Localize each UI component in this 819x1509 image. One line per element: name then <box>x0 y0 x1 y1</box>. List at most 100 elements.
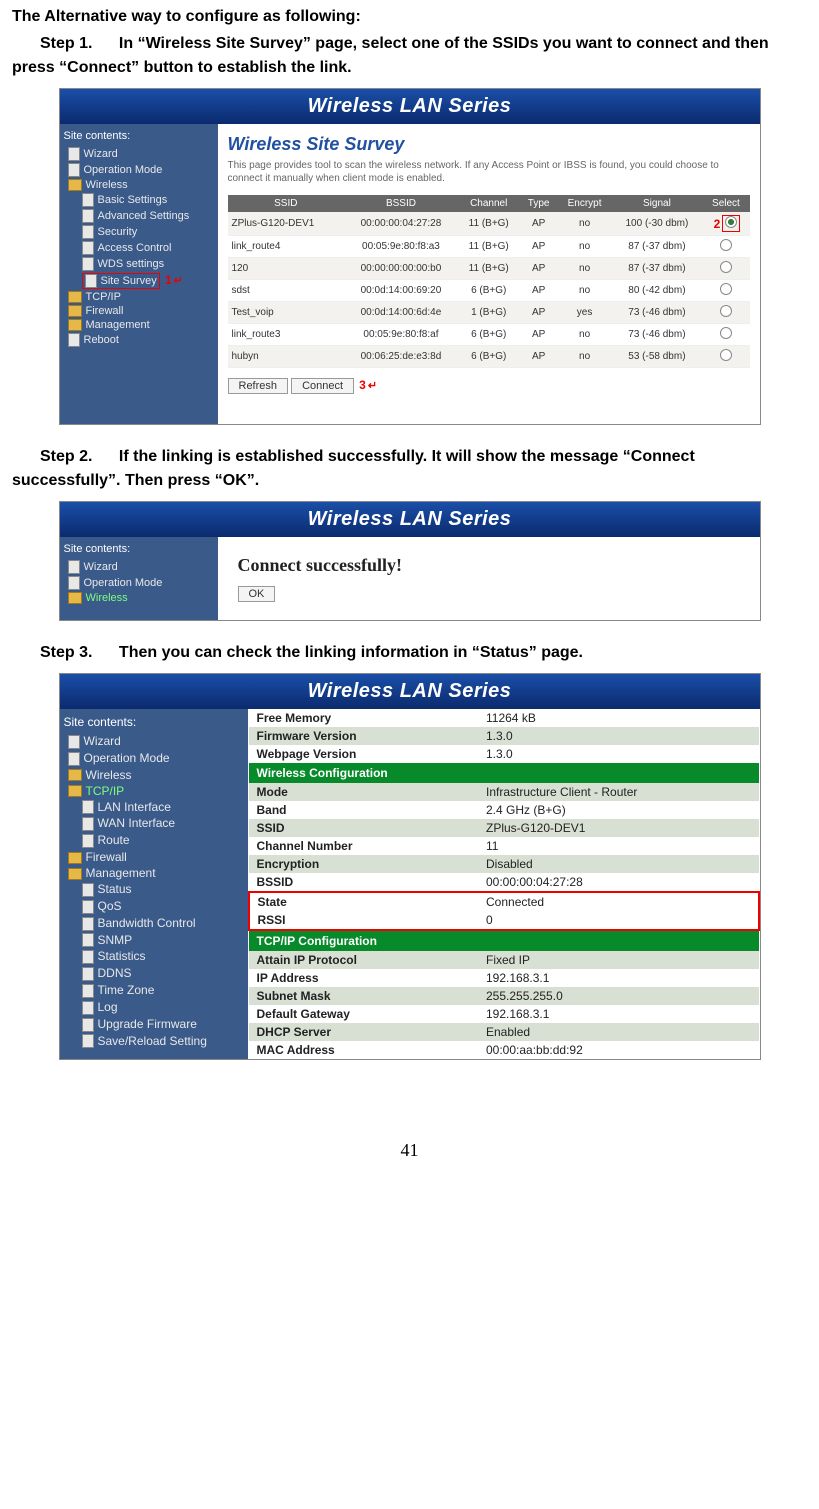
nav-lan[interactable]: LAN Interface <box>64 799 244 816</box>
step-3-label: Step 3. <box>40 641 92 665</box>
nav-snmp[interactable]: SNMP <box>64 932 244 949</box>
cell-ssid: Test_voip <box>228 302 345 324</box>
step-2-text: If the linking is established successful… <box>12 448 695 489</box>
nav-firewall[interactable]: Firewall <box>64 304 214 318</box>
refresh-button[interactable]: Refresh <box>228 378 289 394</box>
nav-bw[interactable]: Bandwidth Control <box>64 915 244 932</box>
cell-channel: 6 (B+G) <box>458 346 520 368</box>
k-mode: Mode <box>249 783 479 801</box>
step-1-label: Step 1. <box>40 32 92 56</box>
table-row: ZPlus-G120-DEV100:00:00:04:27:2811 (B+G)… <box>228 212 750 236</box>
nav-wireless-3[interactable]: Wireless <box>64 767 244 783</box>
nav-access[interactable]: Access Control <box>64 240 214 256</box>
marker-2: 2 <box>712 217 723 231</box>
app-title-3: Wireless LAN Series <box>60 674 760 709</box>
nav-advanced[interactable]: Advanced Settings <box>64 208 214 224</box>
nav-firewall-3[interactable]: Firewall <box>64 849 244 865</box>
section-wireless: Wireless Configuration <box>249 763 759 783</box>
k-wp: Webpage Version <box>249 745 479 763</box>
table-row: 12000:00:00:00:00:b011 (B+G)APno87 (-37 … <box>228 258 750 280</box>
k-freemem: Free Memory <box>249 709 479 727</box>
nav-stats[interactable]: Statistics <box>64 948 244 965</box>
nav-opmode[interactable]: Operation Mode <box>64 162 214 178</box>
connect-button[interactable]: Connect <box>291 378 354 394</box>
ok-button[interactable]: OK <box>238 586 276 602</box>
survey-title: Wireless Site Survey <box>228 134 750 155</box>
step-3-text: Then you can check the linking informati… <box>119 644 583 661</box>
v-wp: 1.3.0 <box>478 745 759 763</box>
nav-opmode-2[interactable]: Operation Mode <box>64 575 214 591</box>
nav-wds[interactable]: WDS settings <box>64 256 214 272</box>
nav-opmode-3[interactable]: Operation Mode <box>64 750 244 767</box>
nav-wireless-2[interactable]: Wireless <box>64 591 214 605</box>
nav-reboot[interactable]: Reboot <box>64 332 214 348</box>
k-attain: Attain IP Protocol <box>249 951 479 969</box>
cell-select <box>702 346 749 368</box>
nav-wizard-3[interactable]: Wizard <box>64 733 244 750</box>
table-row: Test_voip00:0d:14:00:6d:4e1 (B+G)APyes73… <box>228 302 750 324</box>
nav-basic[interactable]: Basic Settings <box>64 192 214 208</box>
arrow-icon <box>174 275 183 287</box>
status-table: Free Memory11264 kB Firmware Version1.3.… <box>248 709 760 1059</box>
button-row: Refresh Connect 3 <box>228 378 750 394</box>
cell-select <box>702 324 749 346</box>
cell-select <box>702 258 749 280</box>
cell-ssid: 120 <box>228 258 345 280</box>
cell-ssid: hubyn <box>228 346 345 368</box>
nav-save[interactable]: Save/Reload Setting <box>64 1033 244 1050</box>
select-radio[interactable] <box>720 305 732 317</box>
select-radio[interactable] <box>720 261 732 273</box>
nav-mgmt-3[interactable]: Management <box>64 865 244 881</box>
cell-channel: 1 (B+G) <box>458 302 520 324</box>
v-enc: Disabled <box>478 855 759 873</box>
nav-status[interactable]: Status <box>64 881 244 898</box>
cell-encrypt: no <box>558 324 612 346</box>
nav-survey-row[interactable]: Site Survey 1 <box>64 272 214 290</box>
cell-type: AP <box>520 236 558 258</box>
nav-mgmt[interactable]: Management <box>64 318 214 332</box>
v-attain: Fixed IP <box>478 951 759 969</box>
nav-survey[interactable]: Site Survey <box>82 273 160 289</box>
nav-route[interactable]: Route <box>64 832 244 849</box>
nav-qos[interactable]: QoS <box>64 898 244 915</box>
app-title-2: Wireless LAN Series <box>60 502 760 537</box>
cell-channel: 6 (B+G) <box>458 324 520 346</box>
col-ssid: SSID <box>228 195 345 212</box>
cell-signal: 87 (-37 dbm) <box>611 258 702 280</box>
screenshot-site-survey: Wireless LAN Series Site contents: Wizar… <box>59 88 761 425</box>
v-chn: 11 <box>478 837 759 855</box>
nav-upgrade[interactable]: Upgrade Firmware <box>64 1016 244 1033</box>
v-ssid: ZPlus-G120-DEV1 <box>478 819 759 837</box>
nav-wan[interactable]: WAN Interface <box>64 815 244 832</box>
cell-select: 2 <box>702 212 749 236</box>
v-bssid: 00:00:00:04:27:28 <box>478 873 759 892</box>
nav-wizard-2[interactable]: Wizard <box>64 559 214 575</box>
cell-bssid: 00:0d:14:00:6d:4e <box>344 302 458 324</box>
nav-tcpip[interactable]: TCP/IP <box>64 290 214 304</box>
col-select: Select <box>702 195 749 212</box>
select-radio[interactable] <box>720 283 732 295</box>
cell-type: AP <box>520 302 558 324</box>
nav-security[interactable]: Security <box>64 224 214 240</box>
nav-wizard[interactable]: Wizard <box>64 146 214 162</box>
select-radio[interactable] <box>720 349 732 361</box>
select-radio[interactable] <box>720 327 732 339</box>
nav-ddns[interactable]: DDNS <box>64 965 244 982</box>
content-connect: Connect successfully! OK <box>218 537 760 620</box>
nav-tcpip-3[interactable]: TCP/IP <box>64 783 244 799</box>
v-rssi: 0 <box>478 911 759 930</box>
nav-wireless[interactable]: Wireless <box>64 178 214 192</box>
content-survey: Wireless Site Survey This page provides … <box>218 124 760 424</box>
cell-type: AP <box>520 258 558 280</box>
cell-signal: 87 (-37 dbm) <box>611 236 702 258</box>
select-radio[interactable] <box>725 216 737 228</box>
cell-ssid: link_route3 <box>228 324 345 346</box>
nav-tz[interactable]: Time Zone <box>64 982 244 999</box>
cell-select <box>702 280 749 302</box>
v-mode: Infrastructure Client - Router <box>478 783 759 801</box>
cell-encrypt: yes <box>558 302 612 324</box>
nav-log[interactable]: Log <box>64 999 244 1016</box>
cell-bssid: 00:06:25:de:e3:8d <box>344 346 458 368</box>
select-radio[interactable] <box>720 239 732 251</box>
k-ip: IP Address <box>249 969 479 987</box>
